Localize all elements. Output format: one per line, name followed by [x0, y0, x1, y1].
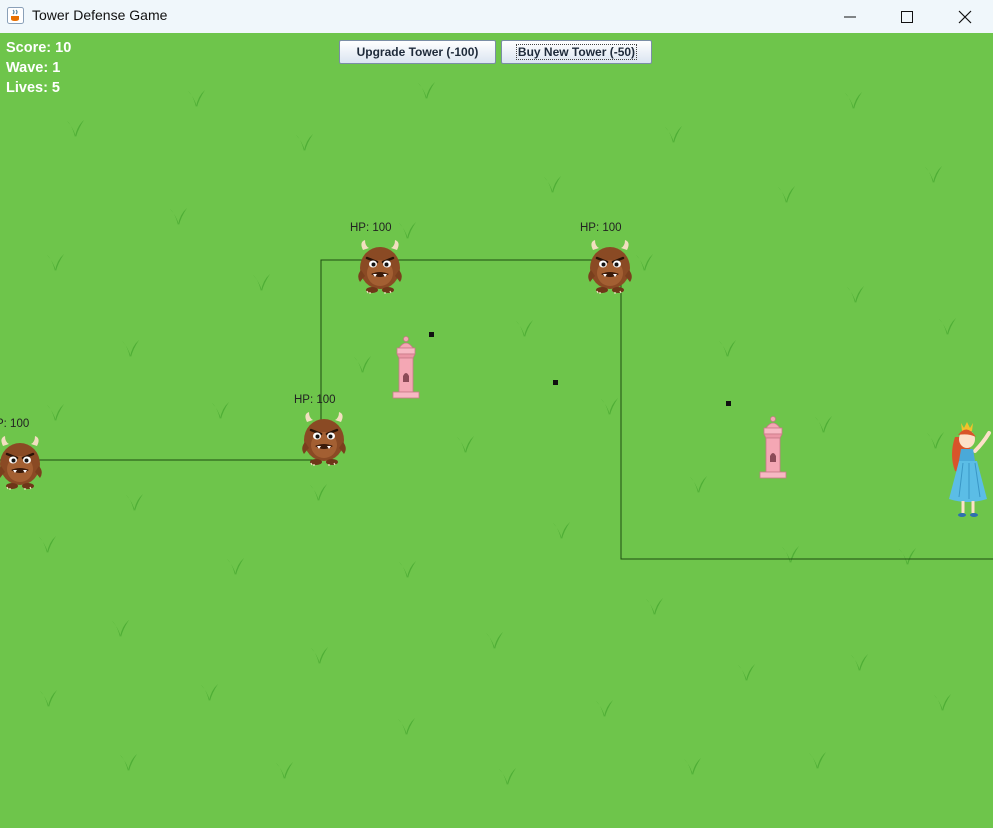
grass-tuft	[847, 286, 864, 303]
grass-tuft	[126, 494, 143, 511]
grass-tuft	[927, 432, 944, 449]
monster-hp-label: HP: 100	[294, 394, 336, 406]
score-label: Score: 10	[6, 40, 72, 56]
monster-hp-label: HP: 100	[350, 222, 392, 234]
princess-character	[945, 417, 993, 525]
grass-tuft	[636, 254, 653, 271]
grass-tuft	[601, 398, 618, 415]
defense-tower[interactable]	[756, 416, 790, 484]
grass-tuft	[486, 632, 503, 649]
monster-hp-label: HP: 100	[580, 222, 622, 234]
upgrade-tower-button[interactable]: Upgrade Tower (-100)	[339, 40, 496, 64]
grass-tuft	[39, 536, 56, 553]
grass-tuft	[719, 340, 736, 357]
grass-tuft	[212, 402, 229, 419]
buy-new-tower-button[interactable]: Buy New Tower (-50)	[501, 40, 652, 64]
projectile	[726, 401, 731, 406]
grass-tuft	[40, 690, 57, 707]
window-titlebar: Tower Defense Game	[0, 0, 993, 33]
grass-tuft	[188, 90, 205, 107]
buy-new-tower-label: Buy New Tower (-50)	[515, 44, 638, 60]
wave-label: Wave: 1	[6, 60, 61, 76]
grass-tuft	[67, 120, 84, 137]
close-icon	[958, 10, 972, 23]
grass-tuft	[122, 340, 139, 357]
grass-tuft	[782, 546, 799, 563]
grass-tuft	[120, 754, 137, 771]
grass-tuft	[851, 654, 868, 671]
maximize-button[interactable]	[884, 0, 930, 33]
grass-tuft	[684, 758, 701, 775]
grass-tuft	[47, 254, 64, 271]
grass-tuft	[47, 404, 64, 421]
grass-tuft	[809, 752, 826, 769]
grass-tuft	[690, 476, 707, 493]
minimize-icon	[844, 16, 856, 17]
grass-tuft	[544, 176, 561, 193]
projectile	[429, 332, 434, 337]
grass-tuft	[310, 484, 327, 501]
grass-tuft	[418, 82, 435, 99]
grass-tuft	[778, 186, 795, 203]
grass-tuft	[815, 416, 832, 433]
monster-hp-label: P: 100	[0, 418, 30, 430]
grass-tuft	[499, 768, 516, 785]
grass-tuft	[899, 548, 916, 565]
grass-tuft	[201, 684, 218, 701]
enemy-path	[0, 259, 993, 560]
grass-tuft	[939, 318, 956, 335]
grass-tuft	[398, 718, 415, 735]
maximize-icon	[901, 10, 913, 23]
grass-tuft	[399, 222, 416, 239]
grass-tuft	[170, 208, 187, 225]
grass-field	[0, 82, 993, 785]
grass-tuft	[646, 598, 663, 615]
monster-enemy	[585, 240, 635, 298]
window-title: Tower Defense Game	[32, 7, 168, 23]
grass-tuft	[925, 166, 942, 183]
grass-tuft	[296, 134, 313, 151]
grass-tuft	[553, 522, 570, 539]
grass-tuft	[934, 694, 951, 711]
grass-tuft	[457, 436, 474, 453]
close-button[interactable]	[942, 0, 988, 33]
game-canvas[interactable]: Score: 10 Wave: 1 Lives: 5 Upgrade Tower…	[0, 33, 993, 828]
grass-tuft	[738, 664, 755, 681]
grass-tuft	[596, 700, 613, 717]
grass-tuft	[112, 620, 129, 637]
projectile	[553, 380, 558, 385]
grass-tufts	[39, 82, 956, 785]
minimize-button[interactable]	[827, 0, 873, 33]
grass-tuft	[276, 762, 293, 779]
grass-tuft	[253, 274, 270, 291]
monster-enemy	[0, 436, 45, 494]
grass-tuft	[516, 320, 533, 337]
grass-tuft	[354, 356, 371, 373]
grass-tuft	[227, 558, 244, 575]
grass-tuft	[311, 647, 328, 664]
grass-tuft	[399, 561, 416, 578]
monster-enemy	[299, 412, 349, 470]
lives-label: Lives: 5	[6, 80, 60, 96]
monster-enemy	[355, 240, 405, 298]
defense-tower[interactable]	[389, 336, 423, 404]
java-cup-icon	[7, 7, 24, 24]
grass-tuft	[845, 92, 862, 109]
grass-tuft	[665, 126, 682, 143]
